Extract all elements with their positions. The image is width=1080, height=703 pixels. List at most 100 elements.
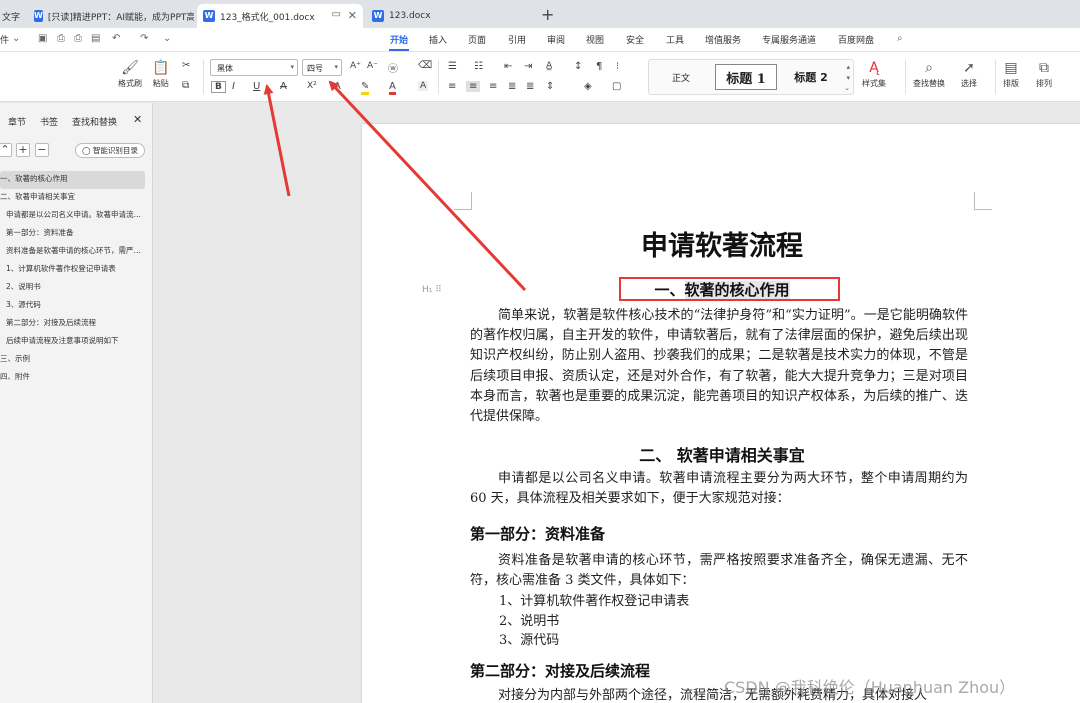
print-icon[interactable]: ⎙ xyxy=(74,33,82,44)
document-page[interactable]: 申请软著流程 H₁ ⠿ 一、软著的核心作用 简单来说，软著是软件核心技术的“法律… xyxy=(362,124,1080,703)
heading-2-materials[interactable]: 第一部分：资料准备 xyxy=(470,523,605,544)
gallery-up-icon[interactable]: ▴ xyxy=(846,63,850,71)
cut-icon[interactable]: ✂ xyxy=(182,60,190,71)
new-tab-button[interactable]: + xyxy=(541,5,554,24)
chevron-down-icon[interactable]: ⌄ xyxy=(163,33,171,44)
clear-format-icon[interactable]: ⌫ xyxy=(418,60,432,71)
strikethrough-icon[interactable]: A xyxy=(280,81,287,92)
bullet-list-icon[interactable]: ☰ xyxy=(448,61,457,72)
tab-chapters[interactable]: 章节 xyxy=(8,115,26,128)
outline-item[interactable]: 四、附件 xyxy=(0,369,153,387)
sort-icon[interactable]: ↕ xyxy=(574,61,582,72)
gallery-down-icon[interactable]: ▾ xyxy=(846,74,850,82)
tab-find-replace[interactable]: 查找和替换 xyxy=(72,115,117,128)
format-painter-button[interactable]: 🖌 格式刷 xyxy=(118,58,142,89)
gallery-expand-icon[interactable]: ⌄ xyxy=(844,84,850,92)
increase-indent-icon[interactable]: ⇥ xyxy=(524,61,532,72)
italic-icon[interactable]: I xyxy=(232,81,235,92)
tab-123-doc[interactable]: W 123.docx xyxy=(366,4,532,28)
bold-icon[interactable]: B xyxy=(211,81,226,93)
more-icon[interactable]: ⁝ xyxy=(616,61,619,72)
collapse-icon[interactable]: ⌃ xyxy=(0,143,12,157)
line-spacing-icon[interactable]: ⇕ xyxy=(546,81,554,92)
save-icon[interactable]: ▣ xyxy=(38,33,47,44)
outline-item[interactable]: 第二部分：对接及后续流程 xyxy=(0,315,153,333)
border-icon[interactable]: ▢ xyxy=(612,81,621,92)
outline-item[interactable]: 一、软著的核心作用 xyxy=(0,171,145,189)
heading-1-application[interactable]: 二、 软著申请相关事宜 xyxy=(362,442,1080,466)
chevron-down-icon: ▾ xyxy=(334,63,338,71)
menu-home[interactable]: 开始 xyxy=(390,33,408,46)
menu-file[interactable]: 件 xyxy=(0,33,9,46)
font-color-icon[interactable]: A xyxy=(389,81,396,95)
align-right-icon[interactable]: ≡ xyxy=(489,81,497,92)
preview-icon[interactable]: ▤ xyxy=(91,33,100,44)
outline-item[interactable]: 申请都是以公司名义申请。软著申请流程主要分为两大环节 xyxy=(0,207,153,225)
menu-tools[interactable]: 工具 xyxy=(666,33,684,46)
tab-home[interactable]: 文字 xyxy=(0,4,28,28)
show-marks-icon[interactable]: ¶ xyxy=(596,61,602,72)
copy-icon[interactable]: ⧉ xyxy=(182,80,189,91)
menu-page[interactable]: 页面 xyxy=(468,33,486,46)
shading-icon[interactable]: ◈ xyxy=(584,81,592,92)
add-heading-button[interactable]: + xyxy=(16,143,30,157)
tab-ppt-doc[interactable]: W [只读]精进PPT：AI赋能，成为PPT高手 xyxy=(28,4,194,28)
outline-item[interactable]: 1、计算机软件著作权登记申请表 xyxy=(0,261,153,279)
align-center-icon[interactable]: ≡ xyxy=(466,81,481,92)
highlight-icon[interactable]: ✎ xyxy=(361,81,370,95)
outline-item[interactable]: 2、说明书 xyxy=(0,279,153,297)
outline-item[interactable]: 二、软著申请相关事宜 xyxy=(0,189,153,207)
heading-2-followup[interactable]: 第二部分：对接及后续流程 xyxy=(470,660,650,681)
font-name-select[interactable]: 黑体 ▾ xyxy=(210,59,298,76)
menu-baidu-netdisk[interactable]: 百度网盘 xyxy=(838,33,874,46)
divider xyxy=(905,60,906,94)
superscript-icon[interactable]: X² xyxy=(307,81,317,91)
smart-toc-button[interactable]: ◯ 智能识别目录 xyxy=(75,143,145,158)
close-icon[interactable]: ✕ xyxy=(133,113,142,126)
find-replace-button[interactable]: ⌕ 查找替换 xyxy=(913,58,945,89)
menu-insert[interactable]: 插入 xyxy=(429,33,447,46)
chinese-layout-icon[interactable]: A̳ xyxy=(546,61,552,71)
export-icon[interactable]: ⎙ xyxy=(57,33,65,44)
justify-icon[interactable]: ≣ xyxy=(508,81,516,92)
menu-exclusive-service[interactable]: 专属服务通道 xyxy=(762,33,816,46)
outline-item[interactable]: 后续申请流程及注意事项说明如下 xyxy=(0,333,153,351)
font-size-select[interactable]: 四号 ▾ xyxy=(302,59,342,76)
tab-active-doc[interactable]: W 123_格式化_001.docx ▭ ✕ xyxy=(197,4,363,28)
grow-font-icon[interactable]: A⁺ xyxy=(350,61,361,71)
undo-icon[interactable]: ↶ xyxy=(112,33,120,44)
window-icon[interactable]: ▭ xyxy=(332,9,341,20)
search-icon[interactable]: ⌕ xyxy=(897,33,903,44)
layout-button[interactable]: ▤ 排版 xyxy=(1003,58,1019,89)
menu-security[interactable]: 安全 xyxy=(626,33,644,46)
decrease-indent-icon[interactable]: ⇤ xyxy=(504,61,512,72)
shrink-font-icon[interactable]: A⁻ xyxy=(367,61,378,71)
outline-item[interactable]: 3、源代码 xyxy=(0,297,153,315)
chevron-down-icon[interactable]: ⌄ xyxy=(12,33,20,44)
menu-reference[interactable]: 引用 xyxy=(508,33,526,46)
style-normal[interactable]: 正文 xyxy=(653,64,709,90)
text-effect-icon[interactable]: A xyxy=(334,81,341,92)
style-heading-1[interactable]: 标题 1 xyxy=(715,64,777,90)
outline-item[interactable]: 资料准备是软著申请的核心环节，需严格按照要求准备齐全 xyxy=(0,243,153,261)
tab-bookmarks[interactable]: 书签 xyxy=(40,115,58,128)
align-left-icon[interactable]: ≡ xyxy=(448,81,456,92)
char-shading-icon[interactable]: A xyxy=(418,81,429,91)
phonetic-icon[interactable]: ⓦ xyxy=(388,60,398,75)
menu-view[interactable]: 视图 xyxy=(586,33,604,46)
close-icon[interactable]: ✕ xyxy=(348,9,357,22)
distributed-icon[interactable]: ≣ xyxy=(526,81,534,92)
remove-heading-button[interactable]: − xyxy=(35,143,49,157)
menu-value-added[interactable]: 增值服务 xyxy=(705,33,741,46)
paste-button[interactable]: 📋 粘贴 xyxy=(152,58,169,89)
underline-icon[interactable]: U xyxy=(253,81,260,92)
menu-review[interactable]: 审阅 xyxy=(547,33,565,46)
select-button[interactable]: ➚ 选择 xyxy=(961,58,977,89)
style-set-button[interactable]: Ą 样式集 xyxy=(862,58,886,89)
outline-item[interactable]: 三、示例 xyxy=(0,351,153,369)
outline-item[interactable]: 第一部分：资料准备 xyxy=(0,225,153,243)
redo-icon[interactable]: ↷ xyxy=(140,33,148,44)
arrange-button[interactable]: ⧉ 排列 xyxy=(1036,58,1052,89)
numbered-list-icon[interactable]: ☷ xyxy=(474,61,483,72)
style-heading-2[interactable]: 标题 2 xyxy=(781,64,841,90)
